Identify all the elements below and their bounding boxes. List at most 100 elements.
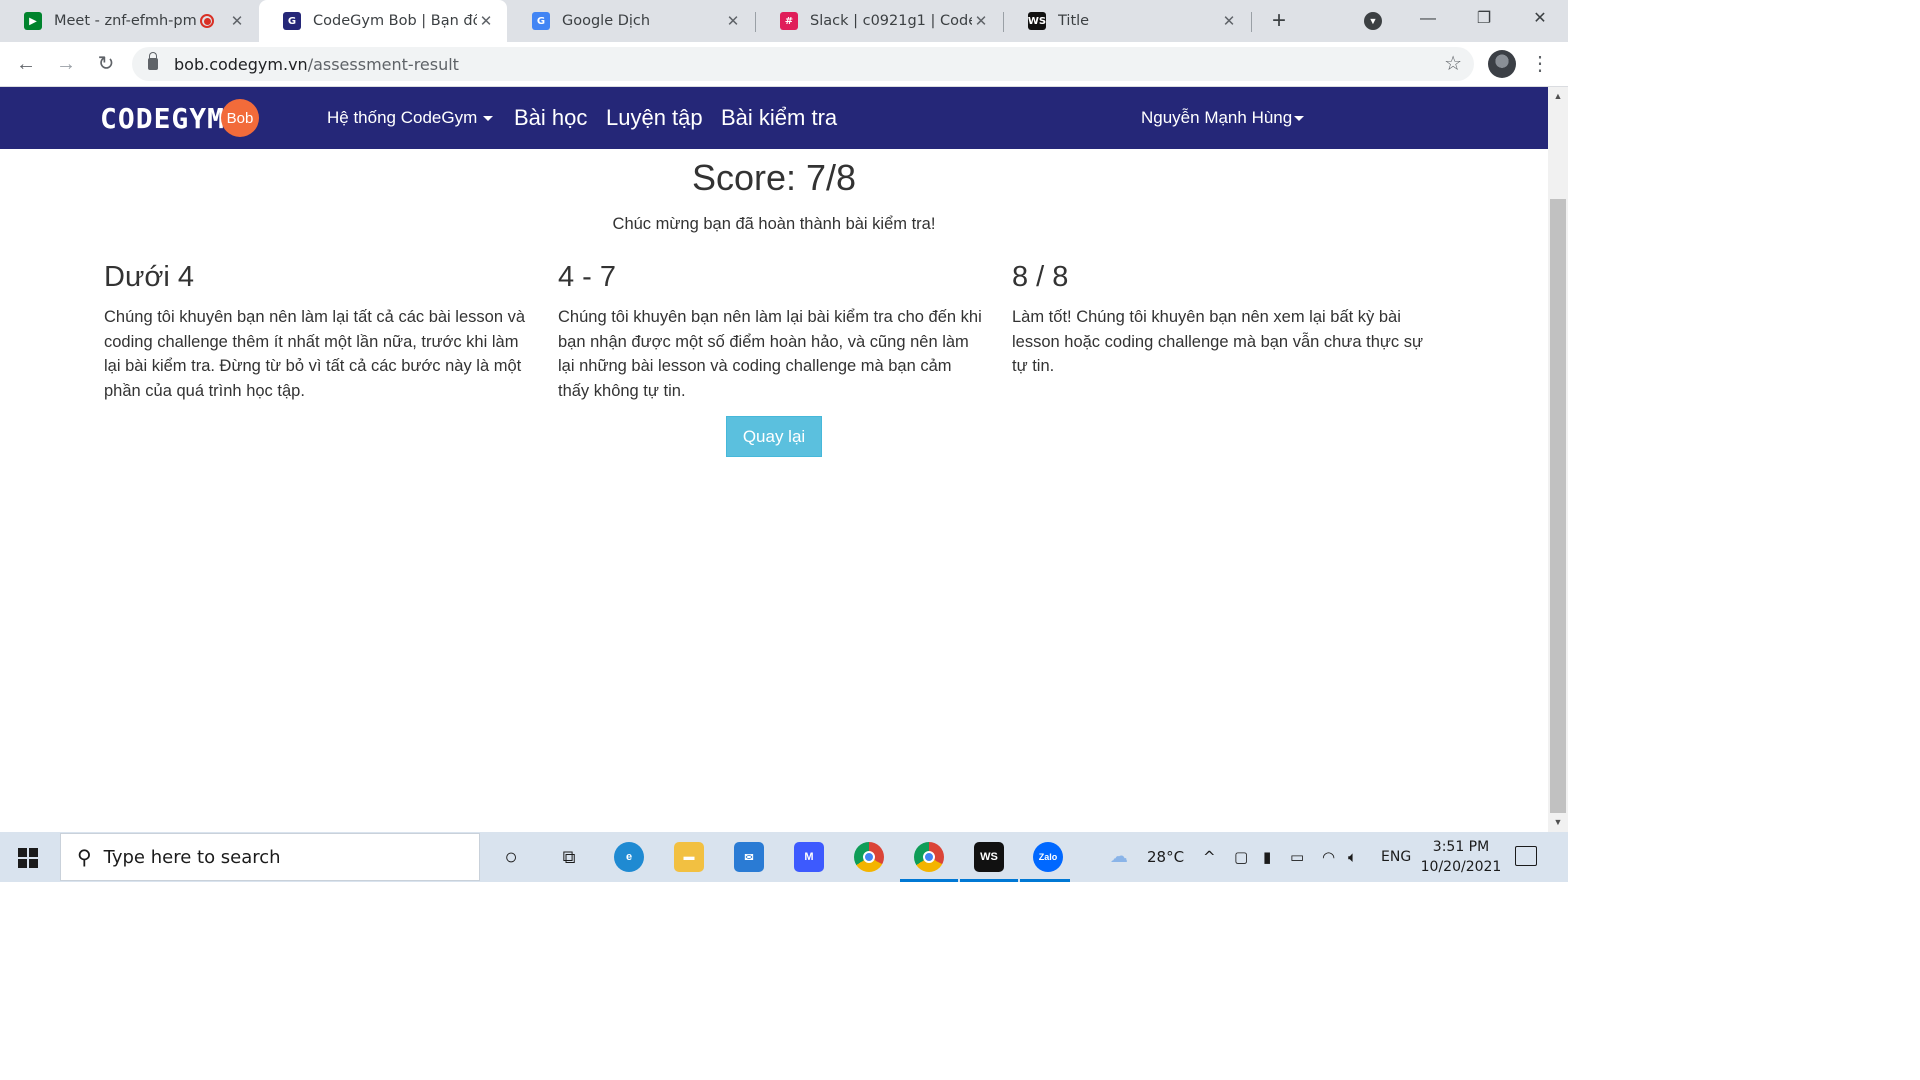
caret-down-icon xyxy=(1294,116,1305,122)
nav-system-label: Hệ thống CodeGym xyxy=(327,108,478,127)
close-icon[interactable]: ✕ xyxy=(724,12,742,30)
back-arrow-icon[interactable]: ← xyxy=(12,50,40,78)
browser-tab-strip: ▶ Meet - znf-efmh-pmw ✕ G CodeGym Bob | … xyxy=(0,0,1568,42)
url-host: bob.codegym.vn xyxy=(174,54,308,74)
minimize-icon[interactable]: — xyxy=(1400,0,1456,42)
webstorm-icon[interactable]: WS xyxy=(974,842,1004,872)
tab-title: Meet - znf-efmh-pmw xyxy=(54,13,196,29)
battery-icon[interactable]: ▭ xyxy=(1290,832,1304,882)
slack-icon: # xyxy=(780,12,798,30)
scrollbar-thumb[interactable] xyxy=(1550,199,1566,813)
bookmark-star-icon[interactable]: ☆ xyxy=(1444,51,1462,75)
tab-separator xyxy=(1251,12,1252,32)
tray-chevron-icon[interactable]: ^ xyxy=(1203,832,1216,882)
system-clock[interactable]: 3:51 PM 10/20/2021 xyxy=(1418,837,1504,877)
brand-text: CODEGYM xyxy=(100,101,226,135)
meet-tray-icon[interactable]: ▢ xyxy=(1234,832,1248,882)
search-icon: ⚲ xyxy=(77,846,92,869)
task-view-icon[interactable]: ⧉ xyxy=(554,842,584,872)
webstorm-icon: WS xyxy=(1028,12,1046,30)
new-tab-icon[interactable]: + xyxy=(1266,8,1292,34)
close-icon[interactable]: ✕ xyxy=(477,12,495,30)
tab-meet[interactable]: ▶ Meet - znf-efmh-pmw ✕ xyxy=(0,0,258,42)
codegym-logo[interactable]: CODEGYM Bob xyxy=(100,97,260,139)
scroll-down-icon[interactable]: ▼ xyxy=(1548,817,1568,827)
column-text: Chúng tôi khuyên bạn nên làm lại bài kiể… xyxy=(558,308,982,400)
recording-icon xyxy=(200,14,214,28)
wifi-icon[interactable]: ◠ xyxy=(1322,832,1335,882)
windows-taskbar: ⚲ Type here to search ○ ⧉ e ▬ ✉ M WS Zal… xyxy=(0,832,1568,882)
brand-badge: Bob xyxy=(221,99,260,137)
column-heading: 8 / 8 xyxy=(1012,261,1069,293)
nav-tests[interactable]: Bài kiểm tra xyxy=(721,87,837,149)
active-app-indicator xyxy=(900,879,958,882)
vscode-like-icon[interactable]: M xyxy=(794,842,824,872)
cortana-icon[interactable]: ○ xyxy=(496,842,526,872)
clock-time: 3:51 PM xyxy=(1432,839,1490,855)
tab-title: Title xyxy=(1058,13,1090,29)
close-icon[interactable]: ✕ xyxy=(228,12,246,30)
profile-avatar[interactable] xyxy=(1488,50,1516,78)
volume-icon[interactable]: 🔈︎ xyxy=(1348,832,1357,882)
close-icon[interactable]: ✕ xyxy=(972,12,990,30)
active-app-indicator xyxy=(960,879,1018,882)
column-heading: 4 - 7 xyxy=(558,261,617,293)
close-icon[interactable]: ✕ xyxy=(1220,12,1238,30)
column-text: Chúng tôi khuyên bạn nên làm lại tất cả … xyxy=(104,308,526,400)
tab-title: Slack | c0921g1 | CodeGym xyxy=(810,13,972,29)
tab-title: Google Dịch xyxy=(562,13,651,29)
back-button[interactable]: Quay lại xyxy=(726,416,822,457)
congrats-message: Chúc mừng bạn đã hoàn thành bài kiểm tra… xyxy=(612,215,936,233)
chrome-icon[interactable] xyxy=(854,842,884,872)
clock-date: 10/20/2021 xyxy=(1420,859,1502,875)
weather-cloud-icon[interactable]: ☁ xyxy=(1110,832,1128,882)
nav-system-dropdown[interactable]: Hệ thống CodeGym xyxy=(327,87,494,149)
taskbar-search-box[interactable]: ⚲ Type here to search xyxy=(60,833,480,881)
tab-title: CodeGym Bob | Bạn đồng xyxy=(313,13,477,29)
search-placeholder: Type here to search xyxy=(103,846,281,868)
result-column-below-4: Dưới 4 Chúng tôi khuyên bạn nên làm lại … xyxy=(104,259,528,403)
page-scrollbar[interactable]: ▲ ▼ xyxy=(1548,87,1568,832)
result-column-8-8: 8 / 8 Làm tốt! Chúng tôi khuyên bạn nên … xyxy=(1012,259,1436,379)
language-indicator[interactable]: ENG xyxy=(1381,832,1411,882)
nav-lessons[interactable]: Bài học xyxy=(514,87,587,149)
tab-slack[interactable]: # Slack | c0921g1 | CodeGym ✕ xyxy=(756,0,1002,42)
scroll-up-icon[interactable]: ▲ xyxy=(1548,91,1568,101)
column-text: Làm tốt! Chúng tôi khuyên bạn nên xem lạ… xyxy=(1012,308,1424,375)
user-name: Nguyễn Mạnh Hùng xyxy=(1141,108,1293,127)
file-explorer-icon[interactable]: ▬ xyxy=(674,842,704,872)
lock-icon xyxy=(148,52,158,70)
user-menu-dropdown[interactable]: Nguyễn Mạnh Hùng xyxy=(1141,87,1305,149)
google-translate-icon: G xyxy=(532,12,550,30)
chrome-profile-icon[interactable] xyxy=(914,842,944,872)
tab-google-translate[interactable]: G Google Dịch ✕ xyxy=(508,0,754,42)
meet-icon: ▶ xyxy=(24,12,42,30)
caret-down-icon xyxy=(483,116,494,122)
tab-search-icon[interactable]: ▼ xyxy=(1364,12,1382,30)
zalo-icon[interactable]: Zalo xyxy=(1033,842,1063,872)
window-close-icon[interactable]: ✕ xyxy=(1512,0,1568,42)
tab-codegym-bob[interactable]: G CodeGym Bob | Bạn đồng ✕ xyxy=(259,0,507,42)
browser-toolbar: ← → ↻ bob.codegym.vn/assessment-result ☆… xyxy=(0,42,1568,87)
mail-icon[interactable]: ✉ xyxy=(734,842,764,872)
notification-icon[interactable] xyxy=(1515,846,1537,866)
forward-arrow-icon[interactable]: → xyxy=(52,50,80,78)
column-heading: Dưới 4 xyxy=(104,261,195,293)
nav-practice[interactable]: Luyện tập xyxy=(606,87,703,149)
address-bar[interactable]: bob.codegym.vn/assessment-result ☆ xyxy=(132,47,1474,81)
page-viewport: CODEGYM Bob Hệ thống CodeGym Bài học Luy… xyxy=(0,87,1548,832)
tab-title-webstorm[interactable]: WS Title ✕ xyxy=(1004,0,1250,42)
edge-icon[interactable]: e xyxy=(614,842,644,872)
active-app-indicator xyxy=(1020,879,1070,882)
result-column-4-7: 4 - 7 Chúng tôi khuyên bạn nên làm lại b… xyxy=(558,259,982,403)
codegym-icon: G xyxy=(283,12,301,30)
windows-start-icon[interactable] xyxy=(18,848,38,868)
url-path: /assessment-result xyxy=(307,54,459,74)
menu-kebab-icon[interactable]: ⋮ xyxy=(1530,50,1550,78)
weather-temperature[interactable]: 28°C xyxy=(1147,832,1184,882)
score-heading: Score: 7/8 xyxy=(691,157,857,198)
reload-icon[interactable]: ↻ xyxy=(92,50,120,78)
microphone-icon[interactable]: ▮ xyxy=(1263,832,1271,882)
restore-icon[interactable]: ❐ xyxy=(1456,0,1512,42)
site-navbar: CODEGYM Bob Hệ thống CodeGym Bài học Luy… xyxy=(0,87,1548,149)
